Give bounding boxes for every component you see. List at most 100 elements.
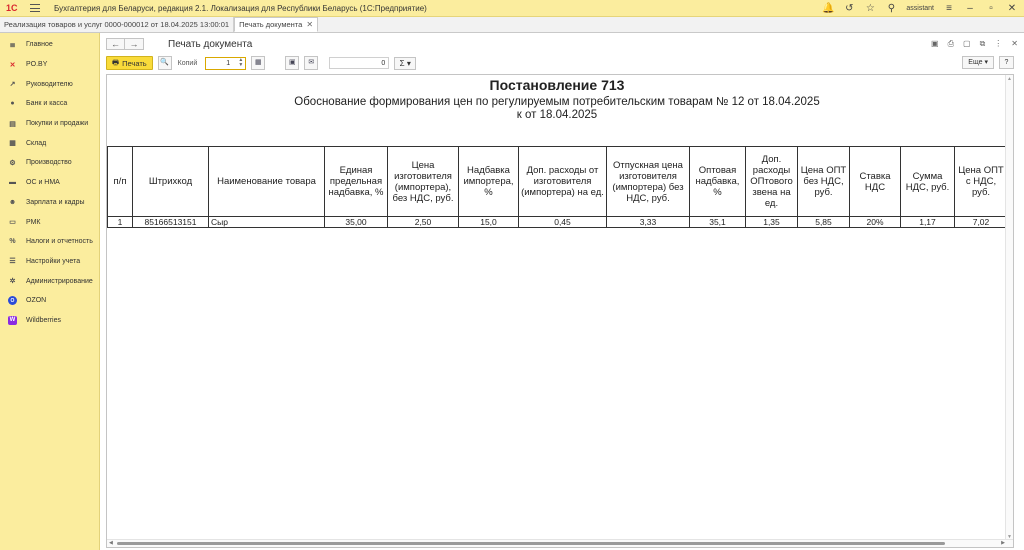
scroll-up-icon[interactable]: ▲ [1007,76,1012,82]
table-cell[interactable]: 1 [107,216,133,228]
title-bar: 1С Бухгалтерия для Беларуси, редакция 2.… [0,0,1024,17]
help-button[interactable]: ? [999,56,1014,69]
restore-icon[interactable]: ▫ [985,3,997,14]
print-icon[interactable]: ⎙ [948,39,954,49]
sidebar-item-purchases[interactable]: ▤ Покупки и продажи [0,114,99,134]
table-cell[interactable]: 2,50 [387,216,459,228]
settings-menu-icon[interactable]: ≡ [943,3,955,14]
sum-button[interactable]: Σ ▾ [394,56,417,70]
table-cell[interactable]: Сыр [208,216,325,228]
sidebar-item-label: Зарплата и кадры [26,198,85,206]
star-icon[interactable]: ☆ [864,3,876,14]
sidebar-item-assets[interactable]: ▬ ОС и НМА [0,173,99,193]
column-header: Цена ОПТ без НДС, руб. [797,146,850,217]
sidebar-item-bank[interactable]: ● Банк и касса [0,94,99,114]
people-icon: ☻ [8,198,17,206]
sidebar-item-manager[interactable]: ↗ Руководителю [0,74,99,94]
sidebar-item-salary[interactable]: ☻ Зарплата и кадры [0,193,99,213]
link-icon[interactable]: ⧉ [980,39,986,49]
sidebar-item-warehouse[interactable]: ▦ Склад [0,133,99,153]
sidebar-item-production[interactable]: ⚙ Производство [0,153,99,173]
sidebar-item-administration[interactable]: ✲ Администрирование [0,271,99,291]
table-cell[interactable]: 1,17 [900,216,955,228]
history-icon[interactable]: ↺ [843,3,855,14]
preview-icon[interactable]: ▢ [963,39,971,49]
table-row: 1 85166513151 Сыр 35,00 2,50 15,0 0,45 3… [107,216,1008,228]
more-button[interactable]: Еще ▾ [962,56,994,69]
wildberries-icon: W [8,315,17,325]
sidebar-item-label: Склад [26,139,47,147]
tab-close-icon[interactable]: ✕ [306,18,313,32]
sidebar-item-label: Администрирование [26,277,93,285]
save-icon[interactable]: ▣ [931,39,939,49]
sidebar-item-label: OZON [26,297,47,305]
sidebar-item-label: Wildberries [26,316,62,324]
column-header: Цена изготовителя (импортера), без НДС, … [387,146,459,217]
horizontal-scroll-thumb[interactable] [117,542,945,545]
vertical-scrollbar[interactable]: ▲ ▼ [1005,75,1013,541]
back-button[interactable]: ← [106,38,125,50]
table-cell[interactable]: 20% [849,216,901,228]
column-header: Ставка НДС [849,146,901,217]
assets-icon: ▬ [9,179,16,187]
search-icon[interactable]: ⚲ [885,3,897,14]
sidebar-item-main[interactable]: ≣ Главное [0,35,99,55]
table-cell[interactable]: 35,1 [689,216,746,228]
tab-print-document[interactable]: Печать документа ✕ [234,17,319,32]
horizontal-scrollbar[interactable]: ◀ ▶ [107,539,1013,547]
close-icon[interactable]: ✕ [1006,3,1018,14]
copies-input[interactable]: 1 ▲ ▼ [205,56,247,70]
forward-button[interactable]: → [125,38,144,50]
table-cell[interactable]: 15,0 [458,216,519,228]
scroll-right-icon[interactable]: ▶ [1001,540,1005,546]
table-cell[interactable]: 3,33 [606,216,690,228]
sidebar-item-label: ОС и НМА [26,179,60,187]
close-form-icon[interactable]: ✕ [1011,39,1018,49]
poby-icon: ✕ [9,61,16,69]
sidebar-item-label: Руководителю [26,80,73,88]
sum-field[interactable]: 0 [329,57,390,69]
more-vertical-icon[interactable]: ⋮ [994,39,1002,49]
column-header: Доп. расходы от изготовителя (импортера)… [518,146,607,217]
print-button-label: Печать [122,58,147,68]
print-button[interactable]: 🖶 Печать [106,56,153,70]
table-cell[interactable]: 85166513151 [132,216,209,228]
sidebar-item-ozon[interactable]: O OZON [0,291,99,311]
factory-icon: ⚙ [9,159,16,167]
column-header: Оптовая надбавка, % [689,146,746,217]
tab-sales-document[interactable]: Реализация товаров и услуг 0000-000012 о… [0,17,235,32]
preview-button[interactable]: 🔍 [157,56,172,70]
table-cell[interactable]: 1,35 [745,216,798,228]
user-name[interactable]: assistant [906,5,934,12]
copies-stepper-icon[interactable]: ▲ ▼ [238,58,243,68]
printer-icon: 🖶 [112,57,120,67]
column-header: Единая предельная надбавка, % [324,146,388,217]
gear-icon: ✲ [9,278,16,286]
table-settings-button[interactable]: ▦ [251,56,266,70]
sidebar-item-wildberries[interactable]: W Wildberries [0,311,99,331]
main-menu-icon[interactable] [30,3,40,13]
sidebar-item-accounting-settings[interactable]: ☰ Настройки учета [0,252,99,272]
column-header: Наименование товара [208,146,325,217]
save-file-button[interactable]: ▣ [285,56,300,70]
sidebar-item-poby[interactable]: ✕ PO.BY [0,55,99,75]
main-area: ← → Печать документа ▣ ⎙ ▢ ⧉ ⋮ ✕ 🖶 Печать… [101,33,1024,550]
table-cell[interactable]: 0,45 [518,216,607,228]
column-header: Штрихкод [132,146,209,217]
sidebar-item-label: Главное [26,41,53,49]
table-cell[interactable]: 7,02 [954,216,1008,228]
sidebar-item-rmk[interactable]: ▭ РМК [0,212,99,232]
spreadsheet-document[interactable]: Постановление 713 Обоснование формирован… [106,74,1014,548]
sidebar-item-label: PO.BY [26,61,48,69]
scroll-left-icon[interactable]: ◀ [109,540,113,546]
email-button[interactable]: ✉ [304,56,319,70]
sidebar-item-label: Налоги и отчетность [26,238,93,246]
minimize-icon[interactable]: – [964,3,976,14]
column-header: Сумма НДС, руб. [900,146,955,217]
sidebar-item-taxes[interactable]: % Налоги и отчетность [0,232,99,252]
table-cell[interactable]: 5,85 [797,216,850,228]
menu-icon: ≣ [9,41,16,49]
table-cell[interactable]: 35,00 [324,216,388,228]
sidebar-item-label: Производство [26,159,72,167]
bell-icon[interactable]: 🔔 [822,3,834,14]
